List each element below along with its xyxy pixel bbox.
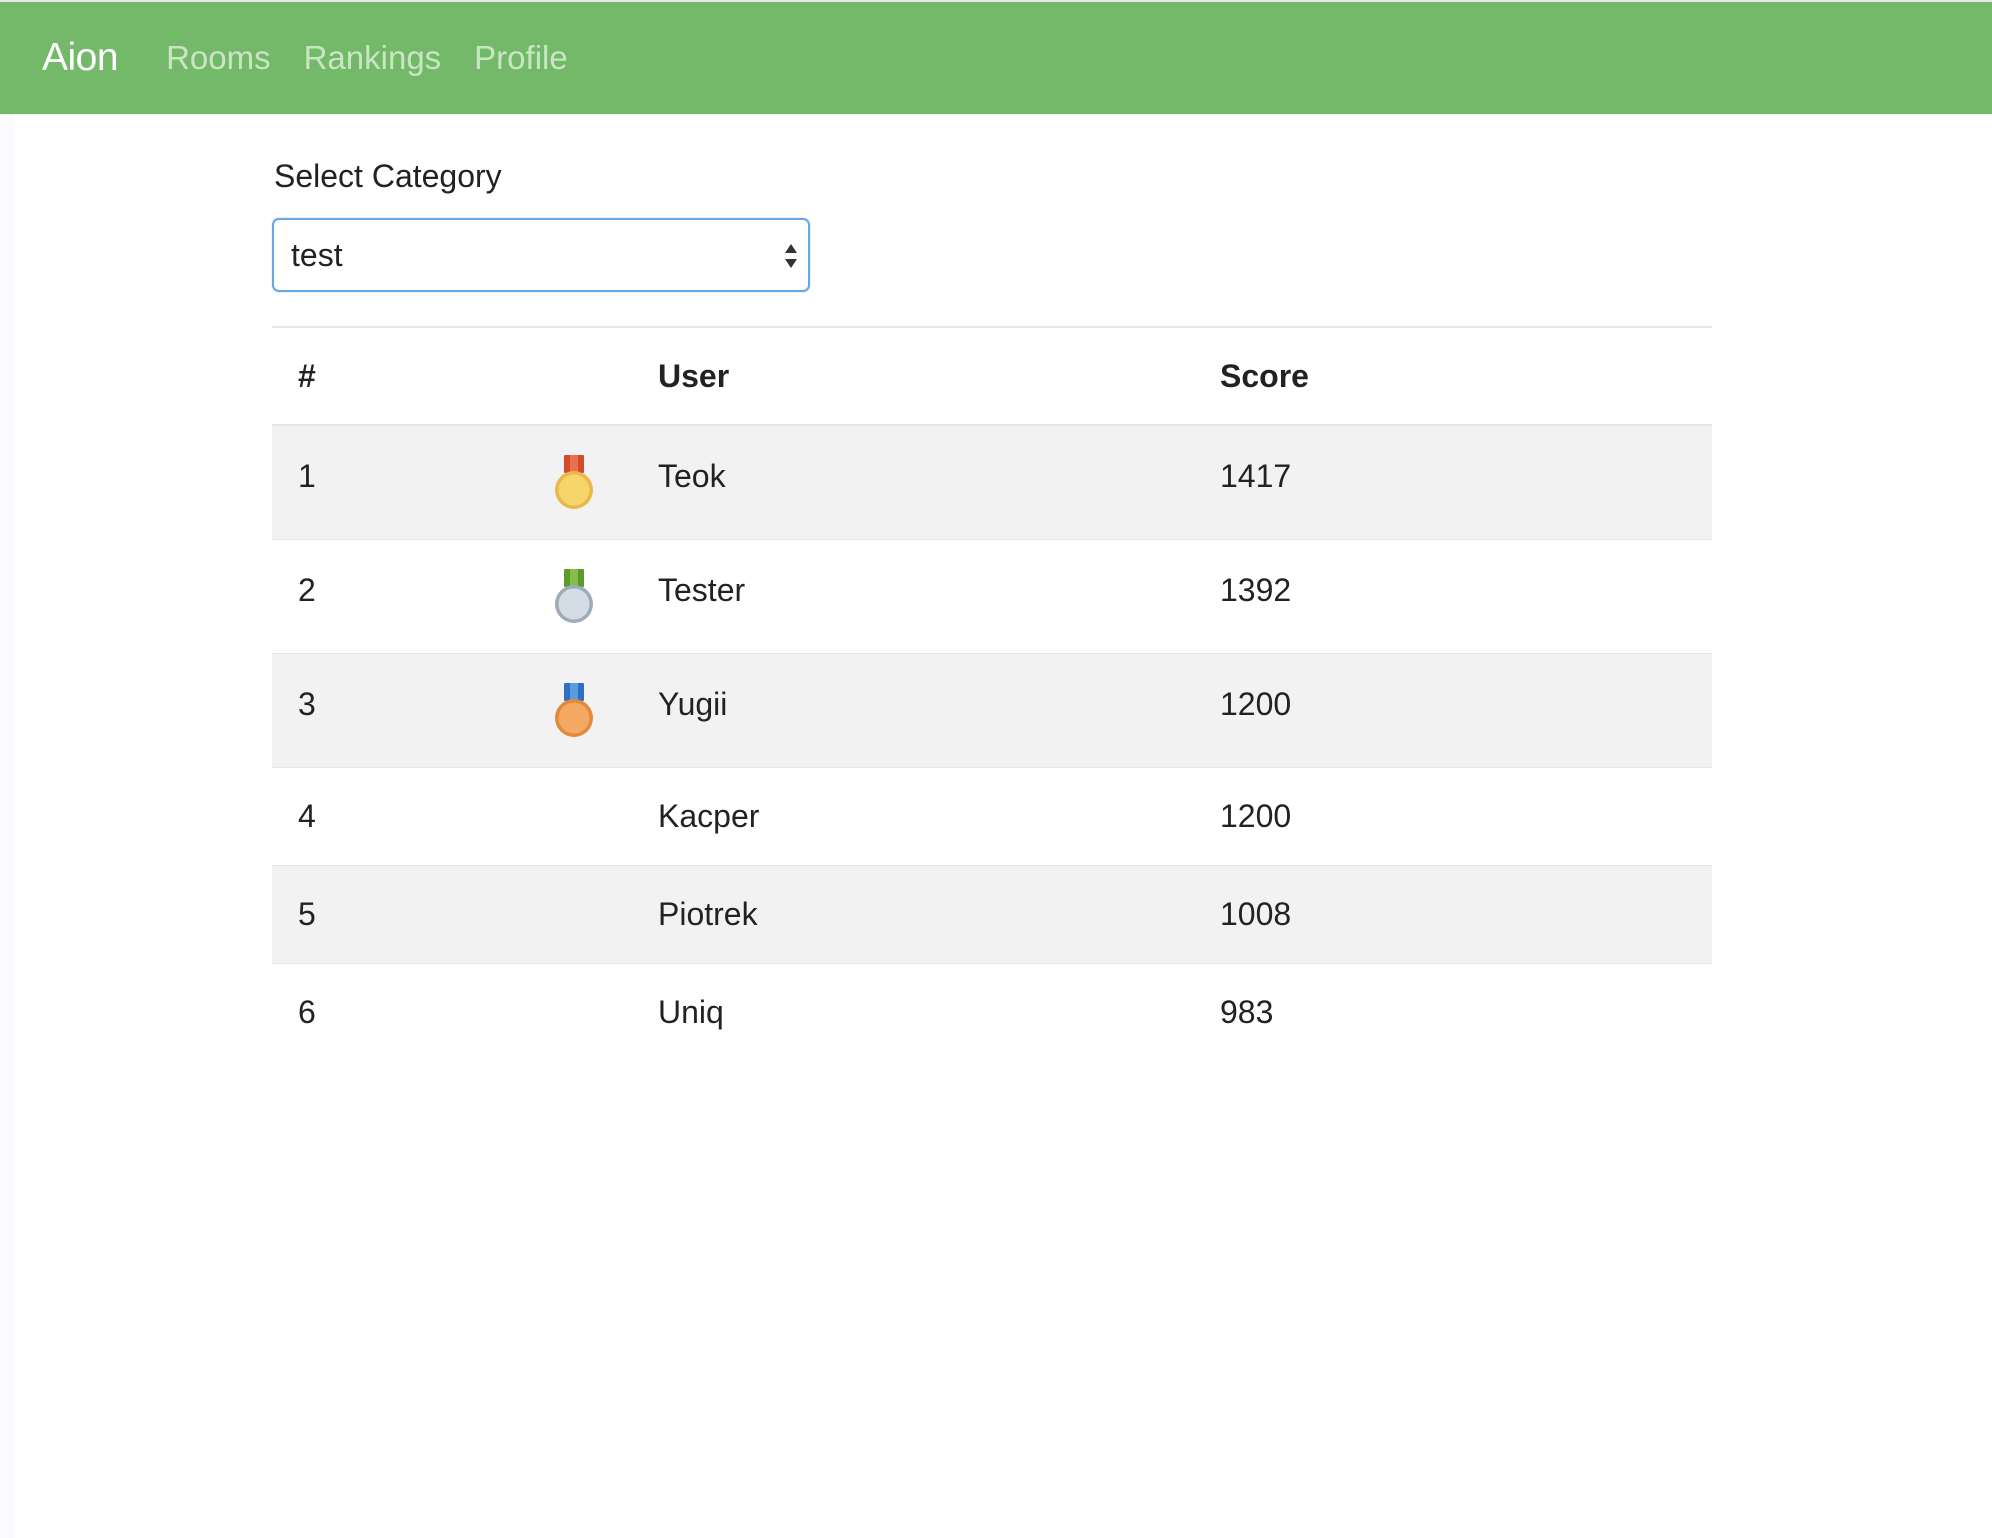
header-score: Score [1220,327,1712,426]
medal-cell [550,653,658,768]
table-row: 4 Kacper 1200 [272,767,1712,866]
score-cell: 1392 [1220,539,1712,654]
table-row: 5 Piotrek 1008 [272,865,1712,964]
nav-link-profile[interactable]: Profile [474,39,568,77]
table-header-row: # User Score [272,327,1712,426]
user-cell: Piotrek [658,865,1220,964]
user-cell: Kacper [658,767,1220,866]
medal-cell [550,963,658,1061]
select-arrows-icon [784,240,798,272]
score-cell: 983 [1220,963,1712,1061]
category-select[interactable]: test [272,218,810,292]
table-row: 3 Yugii 1200 [272,653,1712,768]
page-content: Select Category test # User Score 1 Teok… [14,114,1992,1538]
score-cell: 1008 [1220,865,1712,964]
gold-medal-icon [555,454,593,509]
medal-cell [550,865,658,964]
brand-link[interactable]: Aion [42,36,119,80]
score-cell: 1200 [1220,653,1712,768]
user-cell: Yugii [658,653,1220,768]
medal-cell [550,424,658,540]
table-row: 6 Uniq 983 [272,963,1712,1061]
medal-cell [550,767,658,866]
nav-links: Rooms Rankings Profile [166,39,568,77]
bronze-medal-icon [555,682,593,737]
category-label: Select Category [274,158,502,194]
rank-cell: 3 [272,653,550,768]
rank-cell: 1 [272,424,550,540]
nav-link-rooms[interactable]: Rooms [166,39,271,77]
rankings-table: # User Score 1 Teok 1417 2 Tester 1392 3… [272,326,1712,1061]
rank-cell: 6 [272,963,550,1061]
rank-cell: 2 [272,539,550,654]
user-cell: Teok [658,424,1220,540]
table-row: 2 Tester 1392 [272,539,1712,654]
user-cell: Uniq [658,963,1220,1061]
score-cell: 1200 [1220,767,1712,866]
rank-cell: 5 [272,865,550,964]
nav-link-rankings[interactable]: Rankings [304,39,442,77]
top-navbar: Aion Rooms Rankings Profile [0,0,1992,114]
header-user: User [658,327,1220,426]
table-row: 1 Teok 1417 [272,424,1712,540]
header-medal [550,327,658,426]
user-cell: Tester [658,539,1220,654]
score-cell: 1417 [1220,424,1712,540]
rank-cell: 4 [272,767,550,866]
silver-medal-icon [555,568,593,623]
medal-cell [550,539,658,654]
header-rank: # [272,327,550,426]
category-select-value: test [291,236,343,273]
